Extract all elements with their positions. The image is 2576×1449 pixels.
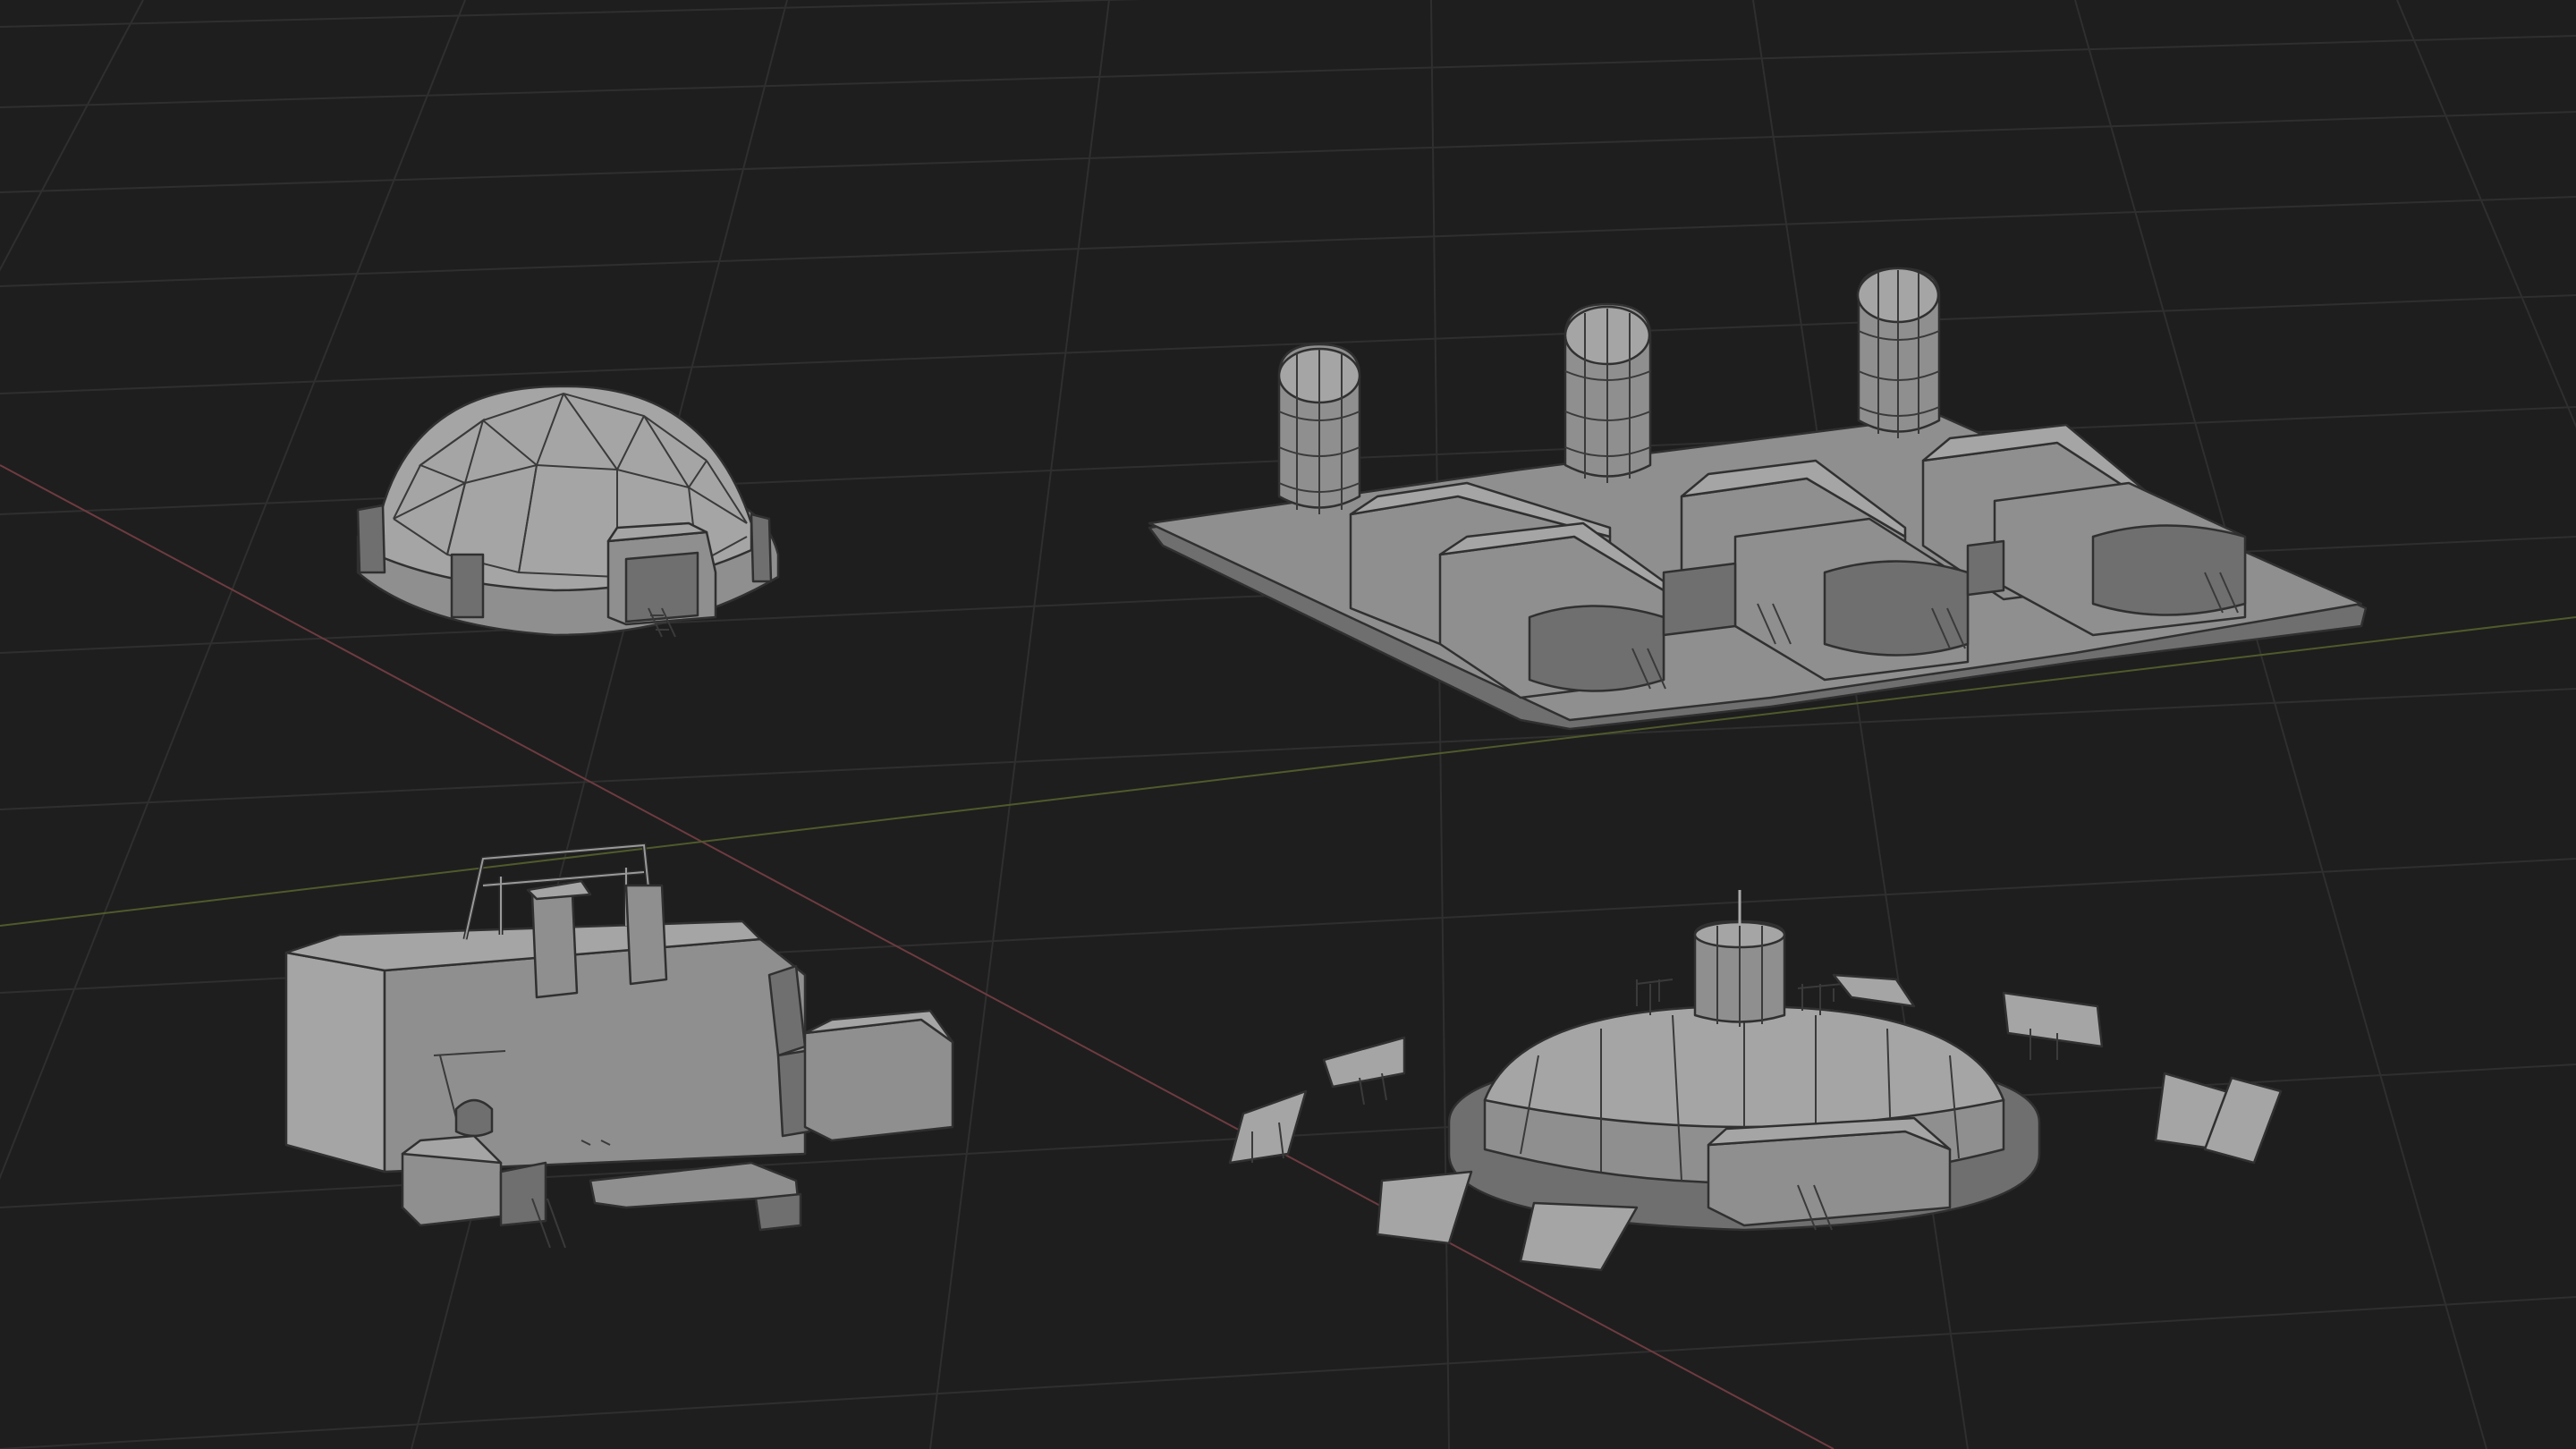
3d-viewport[interactable]	[0, 0, 2576, 1449]
viewport-background	[0, 0, 2576, 1449]
